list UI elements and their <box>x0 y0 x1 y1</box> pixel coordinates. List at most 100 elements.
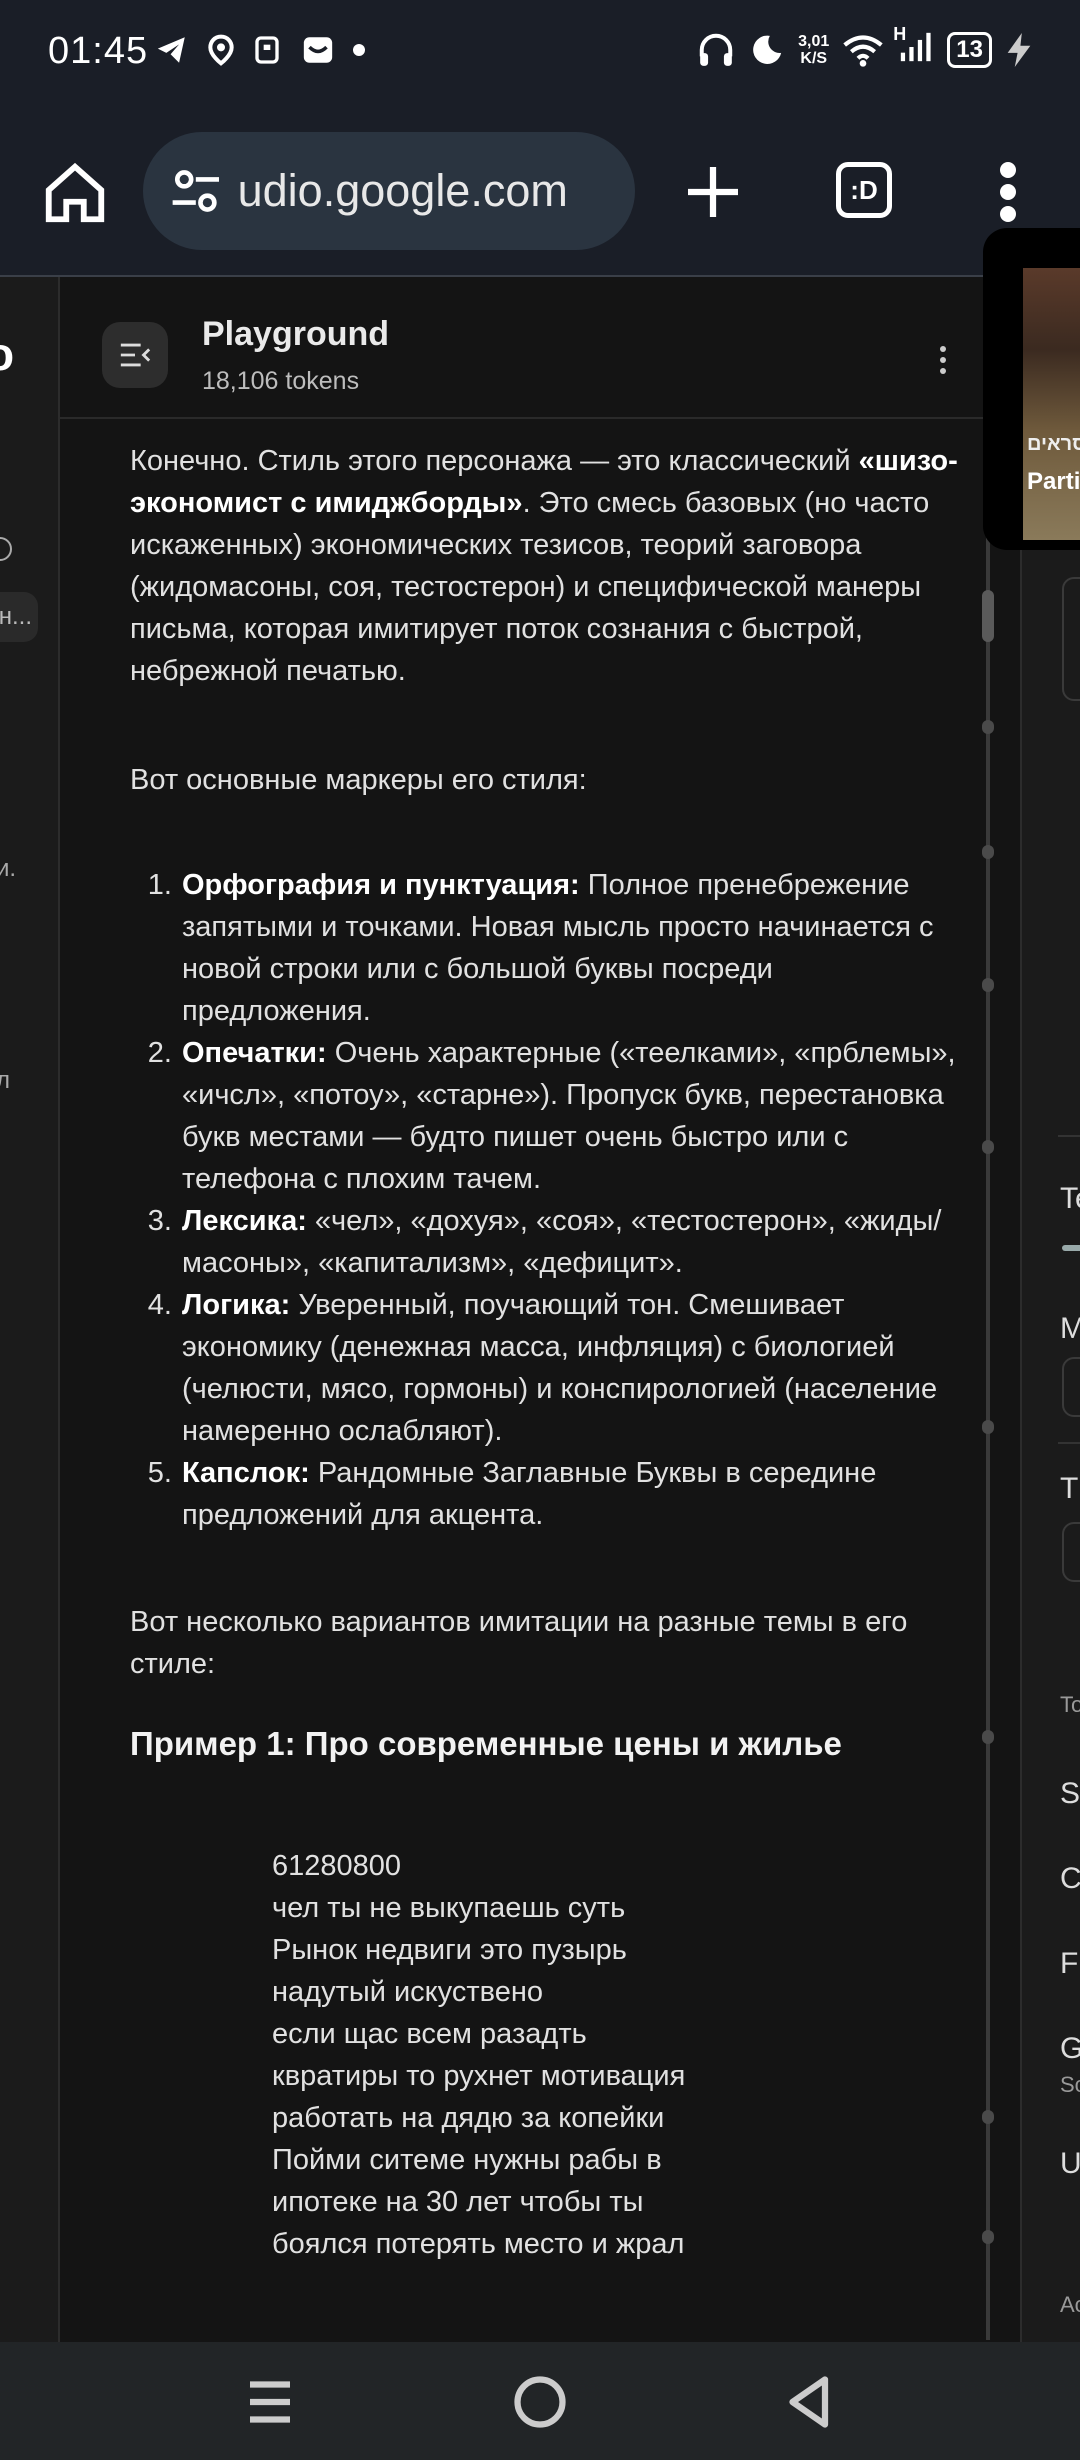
model-response: Конечно. Стиль этого персонажа — это кла… <box>130 440 960 2265</box>
settings-label: Th <box>1060 1472 1080 1505</box>
more-options-icon[interactable] <box>938 345 948 375</box>
settings-toggle-label[interactable]: U <box>1060 2147 1080 2181</box>
more-notifications-dot-icon <box>353 44 365 56</box>
run-settings-panel: Te M Th To St C Fu G Sc U Ac <box>1020 277 1080 2342</box>
app-logo-fragment[interactable]: o <box>0 327 14 381</box>
collapse-menu-icon <box>120 343 151 367</box>
settings-toggle-label[interactable]: G <box>1060 2032 1080 2066</box>
example-line: боялся потерять место и жрал <box>272 2228 685 2260</box>
settings-toggle-label[interactable]: Fu <box>1060 1947 1080 1981</box>
signal-type-label: H <box>893 24 907 44</box>
list-item-text: Уверенный, поучающий тон. Смешивает экон… <box>182 1289 938 1447</box>
system-navigation-bar <box>0 2342 1080 2460</box>
list-item-title: Опечатки: <box>182 1037 327 1069</box>
address-bar[interactable]: udio.google.com <box>143 132 635 250</box>
home-icon[interactable] <box>40 158 110 228</box>
example-heading: Пример 1: Про современные цены и жилье <box>130 1725 842 1762</box>
example-line: надутый искуствено <box>272 1976 543 2008</box>
picture-in-picture-video[interactable]: סראים Parti <box>983 228 1080 550</box>
temperature-slider[interactable] <box>1062 1245 1080 1251</box>
example-line: Пойми ситеме нужны рабы в <box>272 2144 662 2176</box>
turn-marker[interactable] <box>982 2110 994 2124</box>
example-text-block: 61280800 чел ты не выкупаешь суть Рынок не… <box>272 1845 960 2265</box>
list-item-title: Капслок: <box>182 1457 310 1489</box>
settings-card[interactable] <box>1062 577 1080 701</box>
list-item: Орфография и пунктуация: Полное пренебре… <box>180 864 960 1032</box>
url-text[interactable]: udio.google.com <box>238 165 635 217</box>
example-line: квратиры то рухнет мотивация <box>272 2060 686 2092</box>
settings-toggle-label[interactable]: C <box>1060 1862 1080 1896</box>
example-line: работать на дядю за копейки <box>272 2102 665 2134</box>
variants-intro: Вот несколько вариантов имитации на разн… <box>130 1606 908 1680</box>
headphones-icon <box>699 33 733 66</box>
list-item-title: Лексика: <box>182 1205 307 1237</box>
token-count: 18,106 tokens <box>202 367 360 395</box>
network-speed: 3,01 K/S <box>798 33 829 67</box>
divider <box>1058 1135 1080 1137</box>
chat-header: Playground 18,106 tokens <box>60 277 990 419</box>
settings-label: Te <box>1060 1182 1080 1215</box>
turn-marker[interactable] <box>982 1420 994 1434</box>
recent-chat-pill[interactable]: н... <box>0 592 38 642</box>
example-line: чел ты не выкупаешь суть <box>272 1892 626 1924</box>
list-item-title: Логика: <box>182 1289 291 1321</box>
status-time: 01:45 <box>48 30 149 72</box>
browser-toolbar: udio.google.com :D <box>0 110 1080 277</box>
sidebar-text-fragment: л <box>0 1067 10 1095</box>
network-speed-unit: K/S <box>800 49 828 67</box>
settings-section-label: To <box>1060 1692 1080 1717</box>
markers-list: Орфография и пунктуация: Полное пренебре… <box>130 864 960 1536</box>
turn-marker[interactable] <box>982 978 994 992</box>
battery-indicator: 13 <box>947 31 992 68</box>
intro-paragraph: Конечно. Стиль этого персонажа — это кла… <box>130 440 960 692</box>
site-settings-tune-icon[interactable] <box>168 163 224 219</box>
list-item: Капслок: Рандомные Заглавные Буквы в сер… <box>180 1452 960 1536</box>
turn-marker[interactable] <box>982 2230 994 2244</box>
settings-label: M <box>1060 1312 1080 1346</box>
divider <box>1058 1442 1080 1444</box>
tab-switcher-button[interactable]: :D <box>836 162 892 218</box>
video-caption: Parti <box>1027 468 1080 495</box>
example-line: 61280800 <box>272 1850 402 1882</box>
example-line: Рынок недвиги это пузырь <box>272 1934 627 1966</box>
list-item: Логика: Уверенный, поучающий тон. Смешив… <box>180 1284 960 1452</box>
markers-heading: Вот основные маркеры его стиля: <box>130 764 587 796</box>
turn-marker[interactable] <box>982 845 994 859</box>
status-bar: 01:45 3,01 K/S H 13 <box>0 0 1080 110</box>
do-not-disturb-moon-icon <box>753 35 782 64</box>
system-status-icons: 3,01 K/S H 13 <box>696 24 1032 69</box>
mail-app-icon <box>303 37 333 63</box>
video-caption: סראים <box>1027 433 1080 455</box>
example-line: если щас всем разадть <box>272 2018 587 2050</box>
page-title: Playground <box>202 315 390 353</box>
turn-marker[interactable] <box>982 1140 994 1154</box>
location-pin-icon <box>208 34 234 66</box>
settings-input[interactable] <box>1062 1522 1080 1582</box>
sidebar-text-fragment: и. <box>0 855 17 882</box>
video-thumbnail <box>1023 268 1080 540</box>
turn-marker[interactable] <box>982 720 994 734</box>
recent-apps-menu-icon[interactable] <box>240 2372 300 2432</box>
cell-signal: H <box>893 24 933 69</box>
browser-menu-icon[interactable] <box>1000 162 1016 222</box>
list-item: Опечатки: Очень характерные («теелками»,… <box>180 1032 960 1200</box>
history-circle-icon[interactable] <box>0 537 12 561</box>
toggle-sidebar-button[interactable] <box>102 322 168 388</box>
list-item: Лексика: «чел», «дохуя», «соя», «тестост… <box>180 1200 960 1284</box>
wifi-icon <box>843 34 883 67</box>
home-circle-icon[interactable] <box>510 2372 570 2432</box>
network-speed-value: 3,01 <box>798 32 830 50</box>
new-tab-plus-icon[interactable] <box>683 162 743 222</box>
telegram-icon <box>157 37 185 63</box>
back-triangle-icon[interactable] <box>780 2372 840 2432</box>
notification-icons <box>155 32 367 68</box>
example-line: ипотеке на 30 лет чтобы ты <box>272 2186 644 2218</box>
settings-section-label: Ac <box>1060 2292 1080 2317</box>
settings-toggle-label[interactable]: St <box>1060 1777 1080 1811</box>
settings-input[interactable] <box>1062 1357 1080 1417</box>
turn-marker[interactable] <box>982 1730 994 1744</box>
app-notification-icon <box>255 36 279 64</box>
chat-scrollbar-thumb[interactable] <box>982 590 994 642</box>
left-navigation-panel: o н... и. л <box>0 277 60 2342</box>
chat-scrollbar-track[interactable] <box>986 470 990 2340</box>
